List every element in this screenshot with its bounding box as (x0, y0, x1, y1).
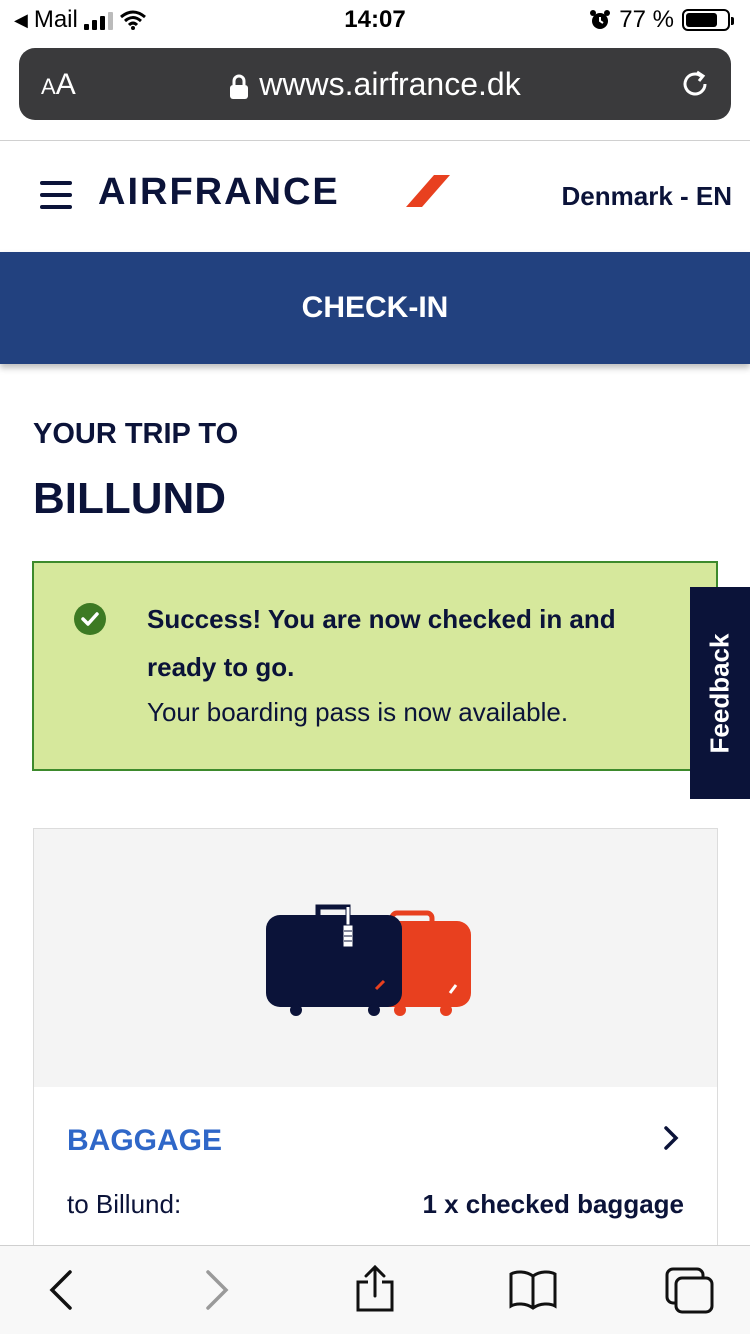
hamburger-menu-icon[interactable] (40, 181, 72, 209)
url-display[interactable]: wwws.airfrance.dk (19, 66, 731, 103)
browser-url-bar[interactable]: AA wwws.airfrance.dk (19, 48, 731, 120)
site-header: AIRFRANCE Denmark - EN (0, 141, 750, 252)
success-title: Success! You are now checked in and read… (147, 604, 616, 682)
luggage-icon (266, 904, 471, 1016)
trip-destination: BILLUND (33, 474, 227, 523)
status-right: 77 % (589, 6, 734, 34)
back-icon[interactable] (46, 1268, 76, 1312)
reload-icon[interactable] (677, 66, 713, 102)
url-text: wwws.airfrance.dk (259, 66, 521, 102)
bookmarks-icon[interactable] (508, 1268, 558, 1312)
forward-icon[interactable] (202, 1268, 232, 1312)
baggage-route-label: to Billund: (67, 1189, 182, 1219)
battery-icon (682, 9, 734, 31)
lock-icon (230, 74, 249, 99)
battery-percent: 77 % (619, 6, 674, 33)
trip-heading: YOUR TRIP TO (33, 418, 239, 450)
baggage-allowance: 1 x checked baggage (422, 1189, 684, 1219)
baggage-illustration (34, 829, 717, 1087)
browser-toolbar (0, 1245, 750, 1334)
logo-slash-icon (406, 175, 450, 207)
success-subtitle: Your boarding pass is now available. (147, 697, 569, 727)
battery-fill (686, 13, 717, 27)
baggage-title[interactable]: BAGGAGE (67, 1124, 222, 1158)
chevron-right-icon[interactable] (663, 1125, 679, 1151)
success-message: Success! You are now checked in and read… (32, 561, 718, 771)
status-bar: ◀ Mail 14:07 77 % (0, 0, 750, 40)
feedback-tab[interactable]: Feedback (690, 587, 750, 799)
tabs-icon[interactable] (664, 1266, 716, 1316)
checkin-title: CHECK-IN (301, 291, 449, 324)
check-circle-icon (74, 603, 106, 635)
baggage-card[interactable]: BAGGAGE to Billund: 1 x checked baggage (33, 828, 718, 1258)
feedback-label: Feedback (704, 633, 735, 753)
checkin-banner: CHECK-IN (0, 252, 750, 364)
airfrance-logo[interactable]: AIRFRANCE (98, 171, 340, 214)
alarm-icon (590, 10, 611, 29)
share-icon[interactable] (354, 1264, 396, 1314)
locale-selector[interactable]: Denmark - EN (562, 181, 733, 212)
